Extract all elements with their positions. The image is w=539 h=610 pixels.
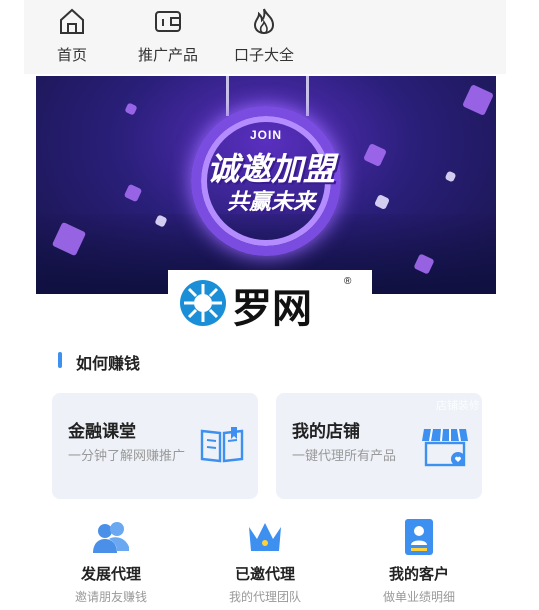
bottom-item-subtitle: 邀请朋友赚钱 (74, 590, 147, 604)
users-icon (93, 522, 129, 553)
bottom-item-subtitle: 做单业绩明细 (382, 590, 455, 604)
top-nav: 首页 推广产品 口子大全 (24, 0, 506, 74)
banner-cube (363, 143, 387, 167)
nav-label-promote: 推广产品 (137, 47, 198, 64)
nav-item-home[interactable]: 首页 (32, 6, 112, 65)
bottom-item-subtitle: 我的代理团队 (228, 590, 301, 604)
home-icon (60, 8, 84, 34)
banner-cube (124, 102, 138, 116)
nav-item-promote[interactable]: 推广产品 (128, 6, 208, 65)
nav-item-loans[interactable]: 口子大全 (224, 6, 304, 65)
id-card-icon (405, 519, 433, 555)
bottom-item-title: 发展代理 (80, 566, 141, 583)
watermark: 罗网 ® (168, 270, 372, 334)
card-title: 金融课堂 (68, 422, 136, 441)
store-icon (420, 425, 470, 474)
banner-rope (306, 76, 309, 116)
card-subtitle: 一键代理所有产品 (292, 448, 397, 463)
crown-icon (249, 523, 281, 551)
bottom-item-title: 已邀代理 (234, 566, 295, 583)
bottom-item-title: 我的客户 (388, 566, 449, 583)
banner-cube (462, 84, 494, 116)
fire-icon (253, 8, 275, 35)
section-title: 如何赚钱 (76, 356, 141, 373)
section-accent-bar (58, 352, 62, 368)
banner-cube (374, 194, 390, 210)
develop-agent-button[interactable]: 发展代理 邀请朋友赚钱 (56, 517, 166, 605)
card-subtitle: 一分钟了解网赚推广 (68, 448, 186, 463)
wallet-icon (155, 11, 181, 32)
banner-top-text: JOIN (249, 128, 282, 142)
watermark-reg: ® (344, 276, 352, 287)
nav-label-loans: 口子大全 (233, 47, 294, 64)
nav-label-home: 首页 (56, 47, 87, 64)
promo-banner[interactable]: JOIN 诚邀加盟 共赢未来 (36, 76, 496, 294)
my-customers-button[interactable]: 我的客户 做单业绩明细 (364, 517, 474, 605)
book-icon (198, 425, 246, 470)
invited-agents-button[interactable]: 已邀代理 我的代理团队 (210, 517, 320, 605)
banner-rope (226, 76, 229, 116)
banner-sub-text: 共赢未来 (226, 189, 315, 214)
watermark-text: 罗网 (232, 287, 312, 331)
card-finance-class[interactable]: 金融课堂 一分钟了解网赚推广 (52, 393, 258, 499)
banner-cube (444, 170, 457, 183)
store-decor-link[interactable]: 店铺装修 (436, 397, 480, 413)
watermark-logo-icon (180, 280, 226, 326)
card-title: 我的店铺 (292, 422, 360, 441)
card-my-store[interactable]: 店铺装修 我的店铺 一键代理所有产品 (276, 393, 482, 499)
banner-cube (123, 183, 143, 203)
